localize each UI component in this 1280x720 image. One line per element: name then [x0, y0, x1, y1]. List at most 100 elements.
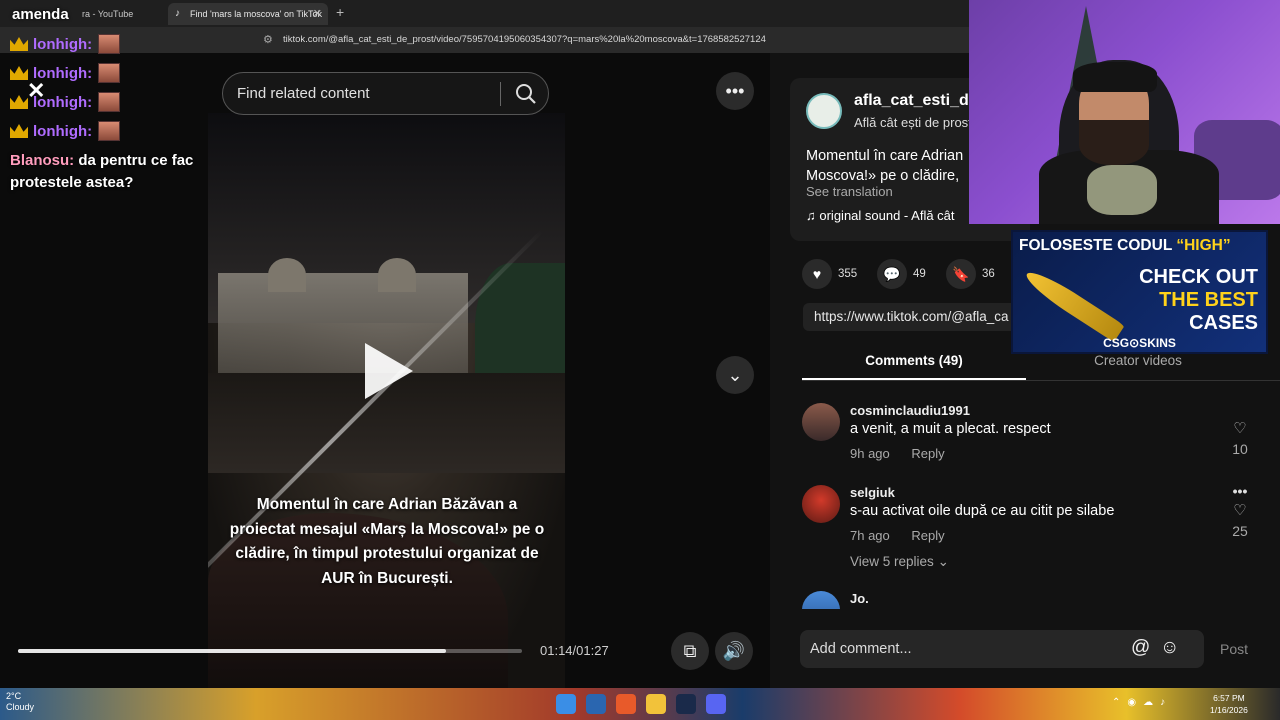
sponsor-ad: FOLOSESTE CODUL “HIGH” CHECK OUT THE BES…: [1011, 230, 1268, 354]
weather-widget[interactable]: 2°C Cloudy: [6, 691, 34, 713]
system-tray[interactable]: ⌃◉☁♪: [1112, 697, 1172, 708]
video-progress-fill: [18, 649, 447, 653]
like-count: 355: [838, 268, 858, 280]
comment-text: s-au activat oile după ce au citit pe si…: [850, 503, 1115, 519]
weather-temp: 2°C: [6, 691, 22, 701]
tiktok-favicon-icon: ♪: [175, 8, 180, 19]
heart-outline-icon[interactable]: ♡: [1225, 419, 1255, 437]
view-replies-link[interactable]: View 5 replies ⌄: [850, 554, 949, 570]
video-time: 01:14/01:27: [540, 643, 609, 658]
sound-label: original sound - Află cât: [819, 208, 955, 223]
start-icon[interactable]: [556, 694, 576, 714]
chat-nick: lonhigh:: [33, 93, 93, 111]
tab-youtube[interactable]: ra - YouTube: [60, 3, 164, 25]
mention-icon[interactable]: @: [1131, 637, 1150, 659]
search-icon[interactable]: [511, 79, 541, 109]
volume-icon[interactable]: 🔊: [715, 632, 753, 670]
add-comment-box: @ ☺: [800, 630, 1204, 668]
close-tab-icon[interactable]: ✕: [313, 3, 322, 25]
picture-in-picture-icon[interactable]: ⧉: [671, 632, 709, 670]
chat-nick: lonhigh:: [33, 35, 93, 53]
discord-icon[interactable]: [706, 694, 726, 714]
comment-username[interactable]: cosminclaudiu1991: [850, 403, 970, 418]
chat-line: lonhigh:: [10, 90, 121, 114]
video-progress-bar[interactable]: [18, 649, 522, 653]
comment-time: 9h ago: [850, 446, 890, 461]
copy-link-field[interactable]: https://www.tiktok.com/@afla_ca: [803, 303, 1033, 331]
comment-like-count: 10: [1232, 441, 1248, 457]
tab-tiktok[interactable]: ♪ Find 'mars la moscova' on TikTok ✕: [168, 3, 328, 25]
crown-icon: [10, 66, 28, 80]
music-note-icon: ♫: [806, 208, 820, 223]
comment-input[interactable]: [810, 630, 1110, 668]
comment-time: 7h ago: [850, 528, 890, 543]
post-description: Momentul în care Adrian Moscova!» pe o c…: [806, 146, 963, 186]
more-options-icon[interactable]: •••: [1225, 483, 1255, 499]
url-field[interactable]: ⚙ tiktok.com/@afla_cat_esti_de_prost/vid…: [255, 31, 835, 49]
steam-icon[interactable]: [676, 694, 696, 714]
see-translation-link[interactable]: See translation: [806, 184, 893, 199]
reply-button[interactable]: Reply: [911, 528, 944, 543]
like-button[interactable]: ♥ 355: [802, 259, 857, 289]
windows-taskbar: 2°C Cloudy ⌃◉☁♪ 6:57 PM 1/16/2026: [0, 688, 1280, 720]
knife-icon: [1021, 265, 1125, 343]
chat-line: lonhigh:: [10, 32, 121, 56]
emote-icon: [98, 34, 121, 54]
file-explorer-icon[interactable]: [646, 694, 666, 714]
taskbar-clock[interactable]: 6:57 PM 1/16/2026: [1210, 692, 1248, 716]
save-button[interactable]: 🔖 36: [946, 259, 995, 289]
original-sound-link[interactable]: ♫ original sound - Află cât: [806, 208, 955, 223]
reply-button[interactable]: Reply: [911, 446, 944, 461]
weather-condition: Cloudy: [6, 702, 35, 712]
related-search-box: [222, 72, 549, 115]
save-count: 36: [982, 268, 995, 280]
tab-comments[interactable]: Comments (49): [802, 353, 1026, 368]
more-options-icon[interactable]: •••: [716, 72, 754, 110]
commenter-avatar[interactable]: [802, 485, 840, 523]
play-icon[interactable]: [365, 343, 413, 399]
comment-username[interactable]: Jo.: [850, 591, 869, 606]
chevron-down-icon: ⌄: [937, 554, 949, 569]
comment-item: Jo.: [802, 591, 1262, 609]
ad-headline: CHECK OUT THE BEST CASES: [1139, 266, 1258, 334]
author-name[interactable]: afla_cat_esti_de: [854, 92, 978, 110]
commenter-avatar[interactable]: [802, 403, 840, 441]
tab-creator-videos[interactable]: Creator videos: [1026, 353, 1250, 368]
streamer-webcam: [969, 0, 1280, 224]
video-frame[interactable]: [208, 113, 565, 688]
emote-icon: [98, 63, 121, 83]
comment-icon: 💬: [877, 259, 907, 289]
chat-line: lonhigh:: [10, 119, 121, 143]
comment-username[interactable]: selgiuk: [850, 485, 895, 500]
chat-line: lonhigh:: [10, 61, 121, 85]
new-tab-icon[interactable]: +: [336, 4, 344, 20]
task-view-icon[interactable]: [586, 694, 606, 714]
crown-icon: [10, 95, 28, 109]
post-button[interactable]: Post: [1220, 641, 1248, 657]
clock-date: 1/16/2026: [1210, 705, 1248, 715]
ad-brand-logo: CSG⊙SKINS: [1103, 336, 1176, 350]
comment-button[interactable]: 💬 49: [877, 259, 926, 289]
crown-icon: [10, 37, 28, 51]
related-search-input[interactable]: [237, 73, 497, 114]
brave-icon[interactable]: [616, 694, 636, 714]
bookmark-icon: 🔖: [946, 259, 976, 289]
author-nickname: Află cât ești de prost: [854, 115, 972, 130]
emoji-icon[interactable]: ☺: [1160, 637, 1179, 659]
video-caption: Momentul în care Adrian Băzăvan a proiec…: [229, 496, 545, 587]
commenter-avatar[interactable]: [802, 591, 840, 609]
heart-outline-icon[interactable]: ♡: [1225, 501, 1255, 519]
chat-nick: lonhigh:: [33, 122, 93, 140]
author-avatar[interactable]: [806, 93, 842, 129]
comment-like-count: 25: [1232, 523, 1248, 539]
view-replies-label: View 5 replies: [850, 554, 934, 569]
chat-top-name: amenda: [12, 6, 69, 23]
chat-message-user: Blanosu:: [10, 152, 75, 169]
emote-icon: [98, 121, 121, 141]
chevron-down-icon[interactable]: ⌄: [716, 356, 754, 394]
crown-icon: [10, 124, 28, 138]
site-settings-icon[interactable]: ⚙: [263, 31, 273, 49]
clock-time: 6:57 PM: [1213, 693, 1245, 703]
taskbar-apps: [556, 694, 736, 714]
comment-text: a venit, a muit a plecat. respect: [850, 421, 1051, 437]
